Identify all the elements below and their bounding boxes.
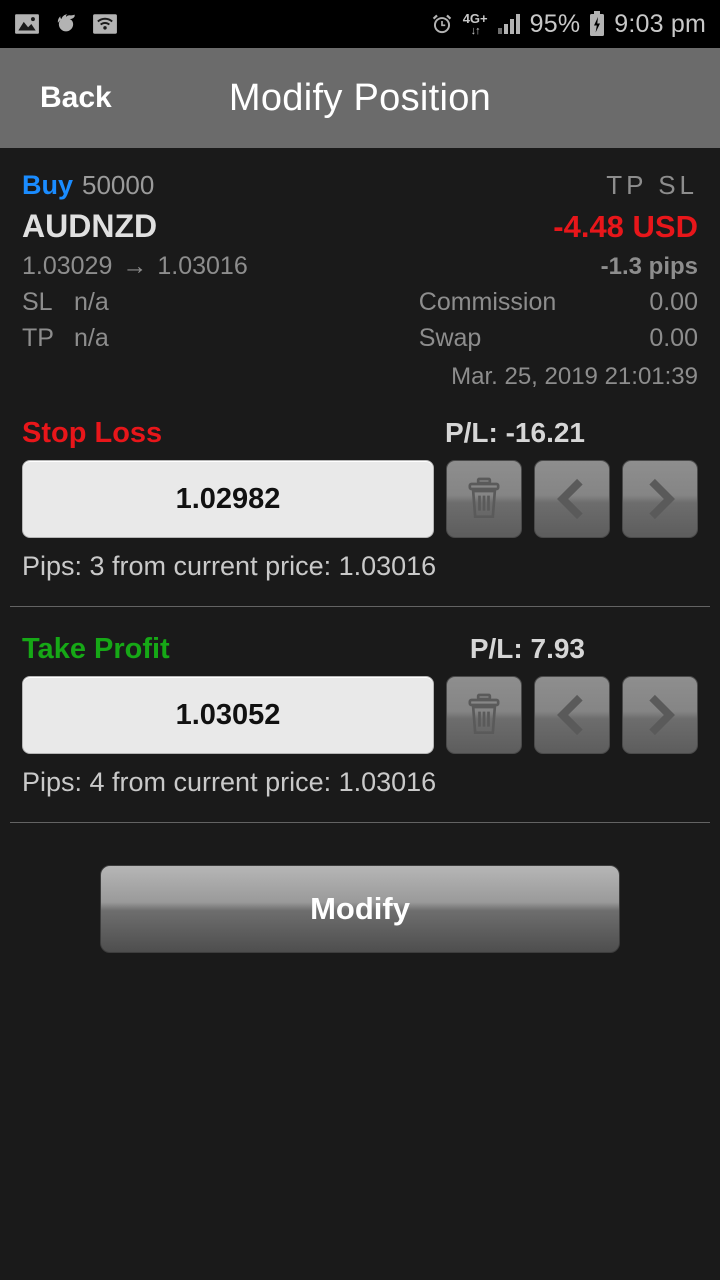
alarm-icon — [429, 11, 455, 37]
clock-label: 9:03 pm — [614, 9, 706, 38]
position-price-row: 1.03029 → 1.03016 -1.3 pips — [22, 245, 698, 281]
take-profit-delete-button[interactable] — [446, 676, 522, 754]
tp-label: TP — [22, 324, 54, 352]
chevron-left-icon — [553, 477, 591, 521]
position-summary: Buy 50000 TP SL AUDNZD -4.48 USD 1.03029… — [0, 148, 720, 391]
stop-loss-delete-button[interactable] — [446, 460, 522, 538]
price-arrow-icon: → — [122, 252, 148, 280]
position-tp-row: TP n/a Swap 0.00 — [22, 324, 698, 353]
take-profit-input[interactable]: 1.03052 — [22, 676, 434, 754]
tp-sl-column-header: TP SL — [606, 170, 698, 200]
swap-value: 0.00 — [649, 324, 698, 352]
sl-value: n/a — [74, 288, 109, 316]
tp-value: n/a — [74, 324, 109, 352]
take-profit-header: Take Profit P/L: 7.93 — [22, 633, 698, 666]
stop-loss-increment-button[interactable] — [622, 460, 698, 538]
swap-label: Swap — [418, 324, 482, 352]
stop-loss-decrement-button[interactable] — [534, 460, 610, 538]
modify-action-area: Modify — [0, 865, 720, 953]
status-bar-right-icons: 4G+ ↓↑ 95% 9:03 pm — [429, 10, 706, 39]
stop-loss-header: Stop Loss P/L: -16.21 — [22, 417, 698, 450]
position-symbol: AUDNZD — [22, 208, 158, 244]
position-open-price: 1.03029 — [22, 252, 113, 280]
position-open-datetime: Mar. 25, 2019 21:01:39 — [451, 363, 698, 390]
sl-label: SL — [22, 288, 53, 316]
stop-loss-hint: Pips: 3 from current price: 1.03016 — [22, 551, 437, 581]
section-divider — [10, 606, 710, 607]
status-bar: 4G+ ↓↑ 95% 9:03 pm — [0, 0, 720, 48]
firefox-icon — [53, 11, 79, 37]
chevron-right-icon — [641, 693, 679, 737]
take-profit-editor-row: 1.03052 — [22, 676, 698, 754]
take-profit-section: Take Profit P/L: 7.93 1.03052 Pips: 4 fr… — [0, 633, 720, 798]
commission-value: 0.00 — [649, 288, 698, 316]
take-profit-hint: Pips: 4 from current price: 1.03016 — [22, 767, 437, 797]
status-bar-left-icons — [14, 11, 118, 37]
battery-percent-label: 95% — [529, 9, 581, 38]
position-direction: Buy — [22, 170, 74, 200]
position-symbol-row: AUDNZD -4.48 USD — [22, 201, 698, 245]
position-current-price: 1.03016 — [157, 252, 248, 280]
app-header: Back Modify Position — [0, 48, 720, 148]
stop-loss-pl: P/L: -16.21 — [444, 417, 585, 448]
modify-button[interactable]: Modify — [100, 865, 620, 953]
take-profit-pl: P/L: 7.93 — [469, 633, 585, 664]
position-profit: -4.48 USD — [553, 209, 698, 244]
network-type-indicator: 4G+ ↓↑ — [463, 12, 488, 37]
chevron-left-icon — [553, 693, 591, 737]
stop-loss-section: Stop Loss P/L: -16.21 1.02982 Pips: 3 fr… — [0, 417, 720, 582]
position-direction-row: Buy 50000 TP SL — [22, 170, 698, 201]
take-profit-decrement-button[interactable] — [534, 676, 610, 754]
wifi-icon — [92, 11, 118, 37]
commission-label: Commission — [418, 288, 557, 316]
trash-icon — [464, 477, 504, 521]
stop-loss-editor-row: 1.02982 — [22, 460, 698, 538]
chevron-right-icon — [641, 477, 679, 521]
section-divider — [10, 822, 710, 823]
stop-loss-input[interactable]: 1.02982 — [22, 460, 434, 538]
position-pips: -1.3 pips — [600, 253, 698, 280]
battery-charging-icon — [588, 11, 606, 37]
back-button[interactable]: Back — [0, 48, 152, 148]
signal-bars-icon — [496, 13, 522, 35]
stop-loss-title: Stop Loss — [22, 417, 163, 449]
app-screen: 4G+ ↓↑ 95% 9:03 pm Back Modify Position … — [0, 0, 720, 1280]
position-sl-row: SL n/a Commission 0.00 — [22, 288, 698, 317]
image-icon — [14, 11, 40, 37]
take-profit-increment-button[interactable] — [622, 676, 698, 754]
position-volume: 50000 — [82, 170, 155, 200]
trash-icon — [464, 693, 504, 737]
network-data-arrows: ↓↑ — [470, 24, 481, 37]
take-profit-title: Take Profit — [22, 633, 170, 665]
network-type-label: 4G+ — [462, 10, 488, 26]
